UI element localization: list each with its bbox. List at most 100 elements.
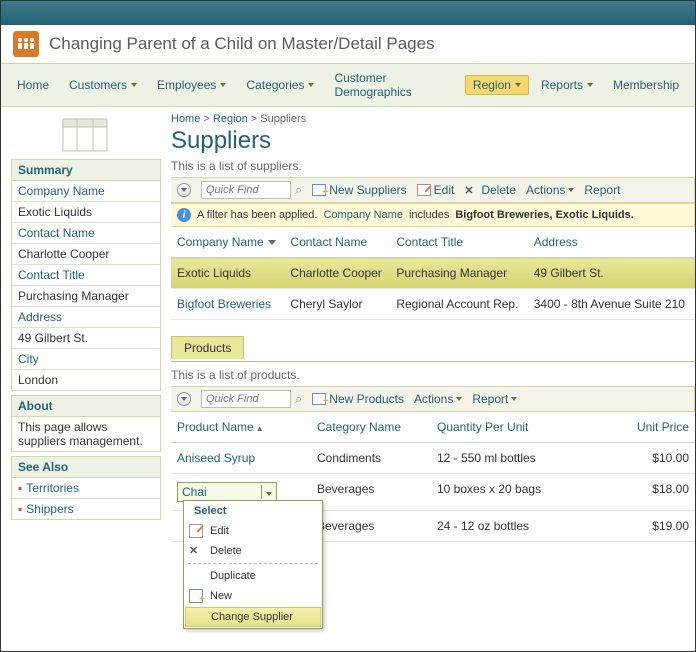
cell-address: 3400 - 8th Avenue Suite 210 [528,289,695,320]
menu-home[interactable]: Home [9,75,57,95]
menu-employees[interactable]: Employees [149,75,234,95]
seealso-link: Shippers [26,502,73,516]
summary-value: Purchasing Manager [12,286,160,307]
col-address[interactable]: Address [528,227,695,258]
products-report-dropdown[interactable]: Report [472,392,517,406]
table-icon [61,117,109,153]
edit-icon [189,524,203,538]
suppliers-caption: This is a list of suppliers. [171,159,695,173]
seealso-item[interactable]: ▪Territories [12,478,160,499]
cell-category: Condiments [311,443,431,474]
menu-customers[interactable]: Customers [61,75,145,95]
menu-reports[interactable]: Reports [533,75,601,95]
ctx-edit[interactable]: Edit [184,521,322,541]
filter-field[interactable]: Company Name [323,209,402,221]
cell-price: $10.00 [615,443,695,474]
summary-label[interactable]: Contact Title [12,265,160,286]
actions-label: Actions [526,183,565,197]
breadcrumb-home[interactable]: Home [171,113,200,125]
product-link[interactable]: Aniseed Syrup [177,451,255,465]
menu-region-label: Region [473,78,511,92]
summary-label[interactable]: Company Name [12,181,160,202]
company-link[interactable]: Bigfoot Breweries [177,297,271,311]
new-icon [312,393,326,405]
summary-title: Summary [12,160,160,181]
menu-membership[interactable]: Membership [605,75,687,95]
seealso-item[interactable]: ▪Shippers [12,499,160,519]
view-dropdown-icon[interactable] [177,183,191,197]
quickfind-wrap [201,390,302,408]
cell-product: Aniseed Syrup [171,443,311,474]
chevron-down-icon [456,397,462,401]
col-qty[interactable]: Quantity Per Unit [431,412,615,443]
actions-label: Actions [414,392,453,406]
menu-customer-demographics[interactable]: Customer Demographics [326,68,460,102]
cell-address: 49 Gilbert St. [528,258,695,289]
menu-categories[interactable]: Categories [238,75,322,95]
delete-button[interactable]: Delete [464,183,516,197]
product-dropdown[interactable]: Chai [177,482,277,502]
actions-dropdown[interactable]: Actions [526,183,574,197]
col-product[interactable]: Product Name [171,412,311,443]
menu-region[interactable]: Region [465,75,529,95]
breadcrumb-region[interactable]: Region [213,113,248,125]
col-price[interactable]: Unit Price [615,412,695,443]
edit-icon [417,184,431,196]
suppliers-quickfind-input[interactable] [201,181,291,199]
chevron-down-icon [587,83,593,87]
edit-button[interactable]: Edit [417,183,455,197]
cell-contact: Cheryl Saylor [284,289,390,320]
new-icon [312,184,326,196]
search-icon[interactable] [295,182,302,198]
summary-label[interactable]: Contact Name [12,223,160,244]
product-dropdown-value: Chai [182,485,207,499]
summary-value: 49 Gilbert St. [12,328,160,349]
sort-asc-icon [254,420,264,434]
cell-title: Regional Account Rep. [390,289,527,320]
cell-qty: 12 - 550 ml bottles [431,443,615,474]
col-category[interactable]: Category Name [311,412,431,443]
separator [188,563,318,564]
summary-box: Summary Company Name Exotic Liquids Cont… [11,159,161,391]
col-company[interactable]: Company Name [171,227,284,258]
ctx-change-supplier[interactable]: Change Supplier [185,607,321,627]
sidebar: Summary Company Name Exotic Liquids Cont… [1,107,161,558]
cell-price: $18.00 [615,474,695,511]
breadcrumb: Home > Region > Suppliers [171,113,695,125]
table-row[interactable]: Exotic Liquids Charlotte Cooper Purchasi… [171,258,695,289]
products-header-row: Product Name Category Name Quantity Per … [171,412,695,443]
col-contact[interactable]: Contact Name [284,227,390,258]
col-title[interactable]: Contact Title [390,227,527,258]
ctx-delete[interactable]: Delete [184,541,322,561]
chevron-down-icon [261,485,272,499]
cell-company: Exotic Liquids [171,258,284,289]
cell-category: Beverages [311,511,431,542]
summary-label[interactable]: City [12,349,160,370]
suppliers-toolbar: New Suppliers Edit Delete Actions Report [171,177,695,203]
ctx-select[interactable]: Select [184,501,322,521]
filter-values: Bigfoot Breweries, Exotic Liquids. [455,209,633,221]
app-title: Changing Parent of a Child on Master/Det… [49,34,435,54]
cell-company: Bigfoot Breweries [171,289,284,320]
new-products-button[interactable]: New Products [312,392,404,406]
table-row[interactable]: Bigfoot Breweries Cheryl Saylor Regional… [171,289,695,320]
ctx-new[interactable]: New [184,586,322,606]
cell-title: Purchasing Manager [390,258,527,289]
products-actions-dropdown[interactable]: Actions [414,392,462,406]
col-company-label: Company Name [177,235,264,249]
products-caption: This is a list of products. [171,361,695,382]
tab-products[interactable]: Products [171,336,244,359]
products-quickfind-input[interactable] [201,390,291,408]
table-row[interactable]: Aniseed Syrup Condiments 12 - 550 ml bot… [171,443,695,474]
new-suppliers-label: New Suppliers [329,183,406,197]
search-icon[interactable] [295,391,302,407]
filter-includes: includes [409,209,449,221]
new-suppliers-button[interactable]: New Suppliers [312,183,406,197]
report-dropdown[interactable]: Report [584,183,620,197]
ctx-duplicate[interactable]: Duplicate [184,566,322,586]
summary-label[interactable]: Address [12,307,160,328]
main-content: Home > Region > Suppliers Suppliers This… [161,107,695,558]
summary-value: London [12,370,160,390]
view-dropdown-icon[interactable] [177,392,191,406]
new-products-label: New Products [329,392,404,406]
